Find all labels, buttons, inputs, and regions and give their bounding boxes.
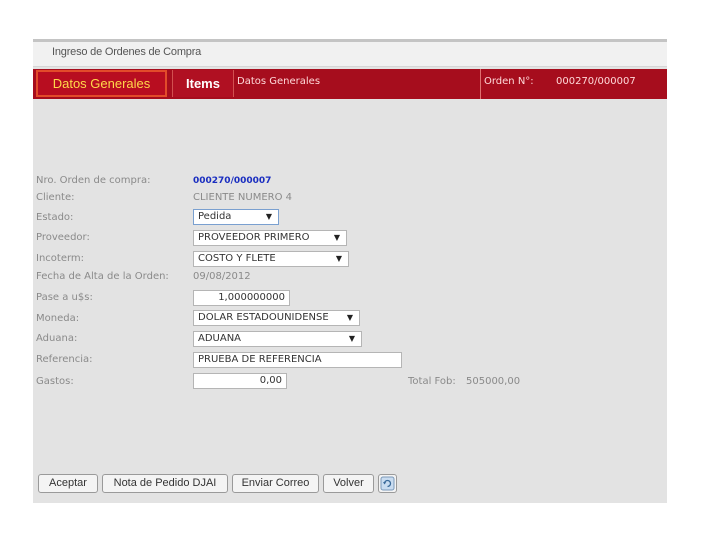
window-title-bar: Ingreso de Ordenes de Compra — [33, 42, 667, 67]
fecha-alta-value: 09/08/2012 — [193, 271, 251, 282]
moneda-select[interactable]: DOLAR ESTADOUNIDENSE ▼ — [193, 310, 360, 326]
volver-button[interactable]: Volver — [323, 474, 374, 493]
cliente-label: Cliente: — [36, 192, 75, 203]
nro-orden-value: 000270/000007 — [193, 176, 272, 186]
tab-bar: Datos Generales Items Datos Generales Or… — [33, 69, 667, 99]
total-fob-label: Total Fob: — [408, 376, 456, 387]
gastos-label: Gastos: — [36, 376, 74, 387]
proveedor-select[interactable]: PROVEEDOR PRIMERO ▼ — [193, 230, 347, 246]
tab-bar-divider — [480, 69, 481, 99]
chevron-down-icon: ▼ — [335, 254, 342, 263]
referencia-input[interactable]: PRUEBA DE REFERENCIA — [193, 352, 402, 368]
proveedor-select-value: PROVEEDOR PRIMERO — [198, 232, 310, 243]
referencia-input-value: PRUEBA DE REFERENCIA — [198, 354, 322, 365]
moneda-select-value: DOLAR ESTADOUNIDENSE — [198, 312, 329, 323]
proveedor-label: Proveedor: — [36, 232, 90, 243]
pase-uss-input[interactable]: 1,000000000 — [193, 290, 290, 306]
order-entry-panel: Ingreso de Ordenes de Compra Datos Gener… — [33, 39, 667, 503]
refresh-icon — [380, 476, 395, 491]
nro-orden-label: Nro. Orden de compra: — [36, 175, 151, 186]
cliente-value: CLIENTE NUMERO 4 — [193, 192, 293, 203]
chevron-down-icon: ▼ — [346, 313, 353, 322]
incoterm-label: Incoterm: — [36, 253, 85, 264]
estado-label: Estado: — [36, 212, 74, 223]
estado-select-value: Pedida — [198, 211, 232, 222]
enviar-correo-button[interactable]: Enviar Correo — [232, 474, 319, 493]
refresh-button[interactable] — [378, 474, 397, 493]
aceptar-button[interactable]: Aceptar — [38, 474, 98, 493]
total-fob-value: 505000,00 — [466, 376, 521, 387]
gastos-input-value: 0,00 — [259, 375, 282, 386]
gastos-input[interactable]: 0,00 — [193, 373, 287, 389]
chevron-down-icon: ▼ — [265, 212, 272, 221]
tab-items[interactable]: Items — [172, 70, 234, 97]
order-number-label: Orden N°: — [484, 76, 534, 87]
pase-uss-input-value: 1,000000000 — [218, 292, 285, 303]
referencia-label: Referencia: — [36, 354, 93, 365]
nota-pedido-button[interactable]: Nota de Pedido DJAI — [102, 474, 228, 493]
chevron-down-icon: ▼ — [348, 334, 355, 343]
moneda-label: Moneda: — [36, 313, 80, 324]
order-number-value: 000270/000007 — [556, 76, 636, 87]
incoterm-select-value: COSTO Y FLETE — [198, 253, 276, 264]
tab-datos-generales[interactable]: Datos Generales — [36, 70, 167, 97]
chevron-down-icon: ▼ — [333, 233, 340, 242]
window-title: Ingreso de Ordenes de Compra — [52, 46, 202, 58]
aduana-select[interactable]: ADUANA ▼ — [193, 331, 362, 347]
estado-select[interactable]: Pedida ▼ — [193, 209, 279, 225]
aduana-label: Aduana: — [36, 333, 78, 344]
pase-uss-label: Pase a u$s: — [36, 292, 93, 303]
aduana-select-value: ADUANA — [198, 333, 242, 344]
section-title: Datos Generales — [237, 76, 321, 87]
fecha-alta-label: Fecha de Alta de la Orden: — [36, 271, 169, 282]
incoterm-select[interactable]: COSTO Y FLETE ▼ — [193, 251, 349, 267]
